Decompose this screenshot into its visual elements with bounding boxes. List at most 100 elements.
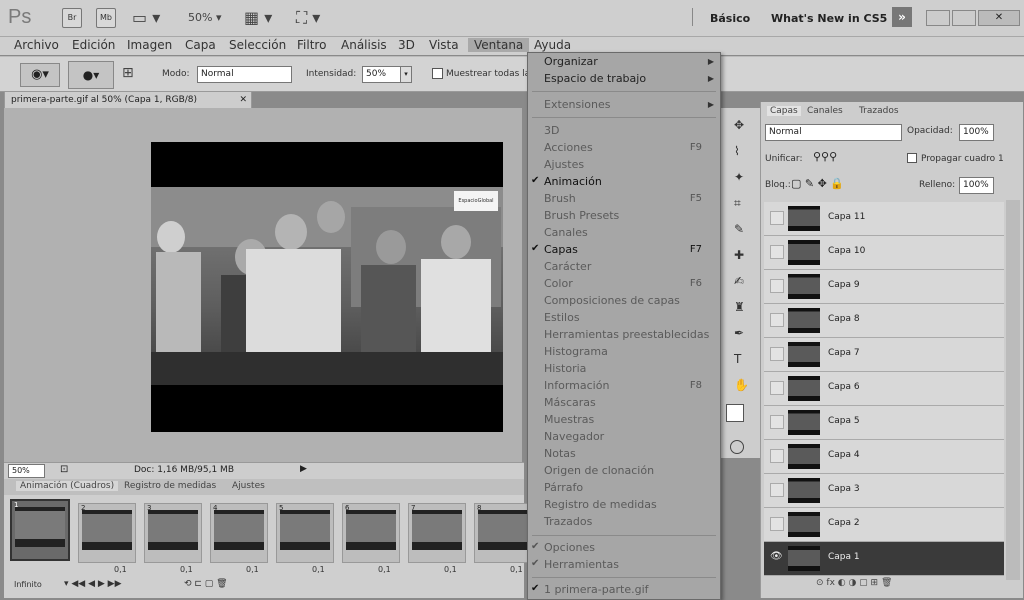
menu-item-trazados[interactable]: Trazados [544,515,592,528]
fill-input[interactable]: 100% [959,177,994,194]
menu-item-opciones[interactable]: Opciones [544,541,595,554]
stamp-tool-icon[interactable]: ♜ [734,300,745,314]
type-tool-icon[interactable]: T [734,352,741,366]
layer-row[interactable]: Capa 4 [764,440,1004,474]
menu-item-estilos[interactable]: Estilos [544,311,580,324]
tab-adjustments[interactable]: Ajustes [232,481,265,491]
animation-frame[interactable]: 7 [408,503,466,563]
menu-item-canales[interactable]: Canales [544,226,588,239]
tool-preset-icon[interactable]: ◉▾ [20,63,60,87]
visibility-toggle[interactable] [770,347,784,361]
menu-item-muestras[interactable]: Muestras [544,413,594,426]
animation-frame[interactable]: 3 [144,503,202,563]
tab-paths[interactable]: Trazados [859,106,899,116]
menu-analisis[interactable]: Análisis [341,38,387,52]
unify-icons[interactable]: ⚲⚲⚲ [813,150,837,163]
visibility-toggle[interactable] [770,211,784,225]
brush-preset-icon[interactable]: ●▾ [68,61,114,89]
menu-archivo[interactable]: Archivo [14,38,59,52]
menu-capa[interactable]: Capa [185,38,216,52]
blend-mode-select[interactable]: Normal [765,124,902,141]
eye-icon[interactable]: 👁 [770,551,783,563]
tab-channels[interactable]: Canales [807,106,843,116]
screen-mode-icon[interactable]: ⛶ ▾ [296,8,320,28]
mode-select[interactable]: Normal [197,66,292,83]
menu-item-mascaras[interactable]: Máscaras [544,396,596,409]
animation-frame[interactable]: 6 [342,503,400,563]
close-icon[interactable]: ✕ [978,10,1020,26]
loop-select[interactable]: Infinito [14,580,42,589]
menu-filtro[interactable]: Filtro [297,38,326,52]
menu-ayuda[interactable]: Ayuda [534,38,571,52]
workspace-whats-new[interactable]: What's New in CS5 [771,12,887,25]
eyedropper-tool-icon[interactable]: ✎ [734,222,744,236]
brush-panel-icon[interactable]: ⊞ [122,65,134,81]
brush-tool-icon[interactable]: ✍ [734,274,744,288]
tab-animation[interactable]: Animación (Cuadros) [16,481,119,491]
quick-mask-icon[interactable] [730,440,744,454]
tab-layers[interactable]: Capas [767,106,801,116]
layer-row[interactable]: Capa 5 [764,406,1004,440]
menu-3d[interactable]: 3D [398,38,415,52]
visibility-toggle[interactable] [770,483,784,497]
animation-frame[interactable]: 5 [276,503,334,563]
layer-row[interactable]: Capa 11 [764,202,1004,236]
restore-button[interactable] [952,10,976,26]
minibridge-button[interactable]: Mb [96,8,116,28]
frame-delay[interactable]: 0,1 [510,565,523,574]
layer-row[interactable]: Capa 10 [764,236,1004,270]
workspace-basic[interactable]: Básico [710,12,750,25]
menu-item-registro-medidas[interactable]: Registro de medidas [544,498,657,511]
crop-tool-icon[interactable]: ⌗ [734,196,741,211]
menu-item-informacion[interactable]: Información [544,379,609,392]
visibility-toggle[interactable] [770,245,784,259]
menu-item-document[interactable]: 1 primera-parte.gif [544,583,649,596]
menu-item-extensiones[interactable]: Extensiones [544,98,611,111]
animation-frame[interactable]: 4 [210,503,268,563]
menu-item-ajustes[interactable]: Ajustes [544,158,584,171]
intensity-dropdown-icon[interactable]: ▾ [400,66,412,83]
visibility-toggle[interactable] [770,517,784,531]
layer-row-selected[interactable]: 👁 Capa 1 [764,542,1004,576]
playback-controls-icon[interactable]: ▾ ◀◀ ◀ ▶ ▶▶ [64,579,122,589]
menu-seleccion[interactable]: Selección [229,38,286,52]
menu-item-3d[interactable]: 3D [544,124,559,137]
visibility-toggle[interactable] [770,449,784,463]
animation-frame[interactable]: 8 [474,503,532,563]
menu-item-organizar[interactable]: Organizar [544,55,598,68]
frame-delay[interactable]: 0,1 [246,565,259,574]
menu-ventana[interactable]: Ventana [468,38,530,52]
move-tool-icon[interactable]: ✥ [734,118,744,132]
lasso-tool-icon[interactable]: ⌇ [734,144,740,158]
visibility-toggle[interactable] [770,415,784,429]
menu-item-parrafo[interactable]: Párrafo [544,481,583,494]
frame-delay[interactable]: 0,1 [114,565,127,574]
menu-item-capas[interactable]: Capas [544,243,578,256]
wand-tool-icon[interactable]: ✦ [734,170,744,184]
layer-row[interactable]: Capa 3 [764,474,1004,508]
menu-item-navegador[interactable]: Navegador [544,430,604,443]
minimize-button[interactable] [926,10,950,26]
frame-delay[interactable]: 0,1 [312,565,325,574]
frame-delay[interactable]: 0,1 [180,565,193,574]
close-tab-icon[interactable]: ✕ [239,92,247,108]
animation-frame[interactable]: 2 [78,503,136,563]
layer-row[interactable]: Capa 8 [764,304,1004,338]
menu-imagen[interactable]: Imagen [127,38,172,52]
visibility-toggle[interactable] [770,381,784,395]
animation-frame[interactable]: 1 [10,499,70,561]
frame-tools-icon[interactable]: ⟲ ⊏ ▢ 🗑 [184,579,228,589]
menu-item-herramientas-preestablecidas[interactable]: Herramientas preestablecidas [544,328,709,341]
visibility-toggle[interactable] [770,313,784,327]
frame-delay[interactable]: 0,1 [444,565,457,574]
menu-item-histograma[interactable]: Histograma [544,345,608,358]
status-menu-icon[interactable]: ▶ [300,464,307,474]
heal-tool-icon[interactable]: ✚ [734,248,744,262]
layer-row[interactable]: Capa 6 [764,372,1004,406]
menu-item-brush[interactable]: Brush [544,192,576,205]
pen-tool-icon[interactable]: ✒ [734,326,744,340]
menu-item-herramientas[interactable]: Herramientas [544,558,619,571]
intensity-input[interactable]: 50% [362,66,401,83]
frame-delay[interactable]: 0,1 [378,565,391,574]
menu-vista[interactable]: Vista [429,38,459,52]
